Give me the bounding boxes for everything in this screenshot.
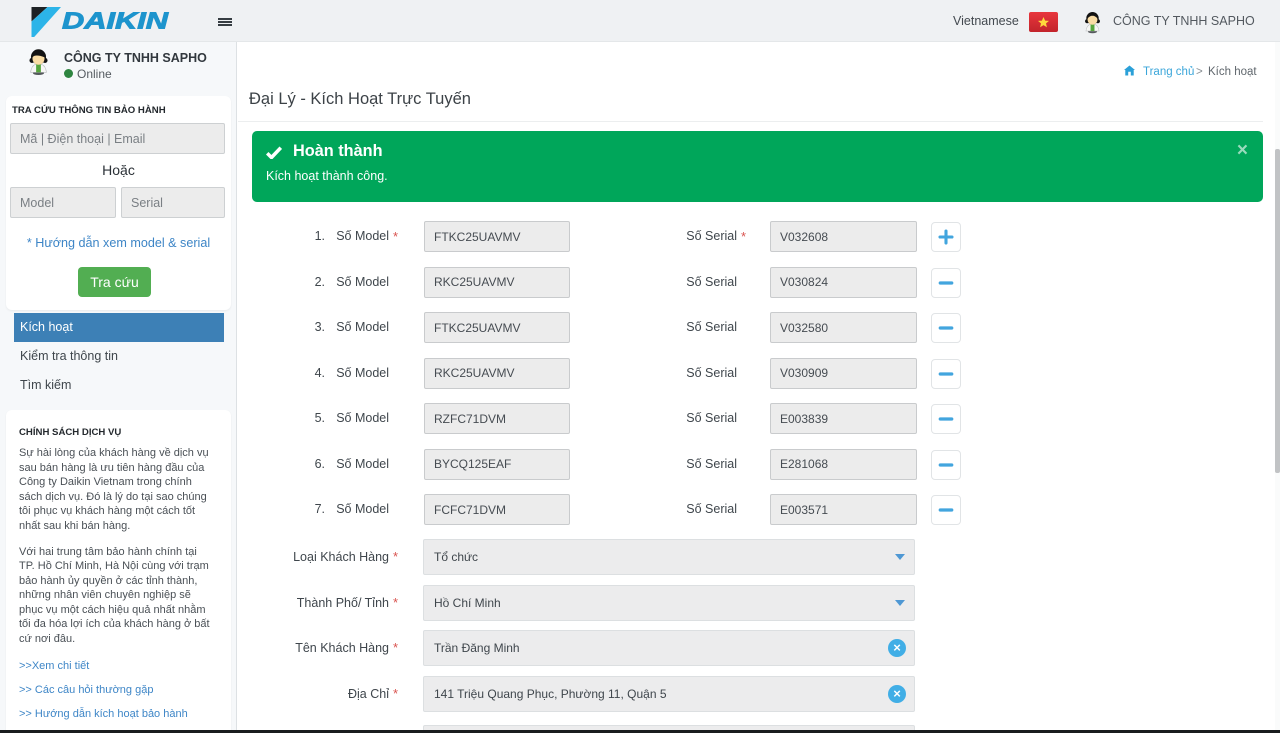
svg-text:DAIKIN: DAIKIN bbox=[62, 8, 169, 34]
